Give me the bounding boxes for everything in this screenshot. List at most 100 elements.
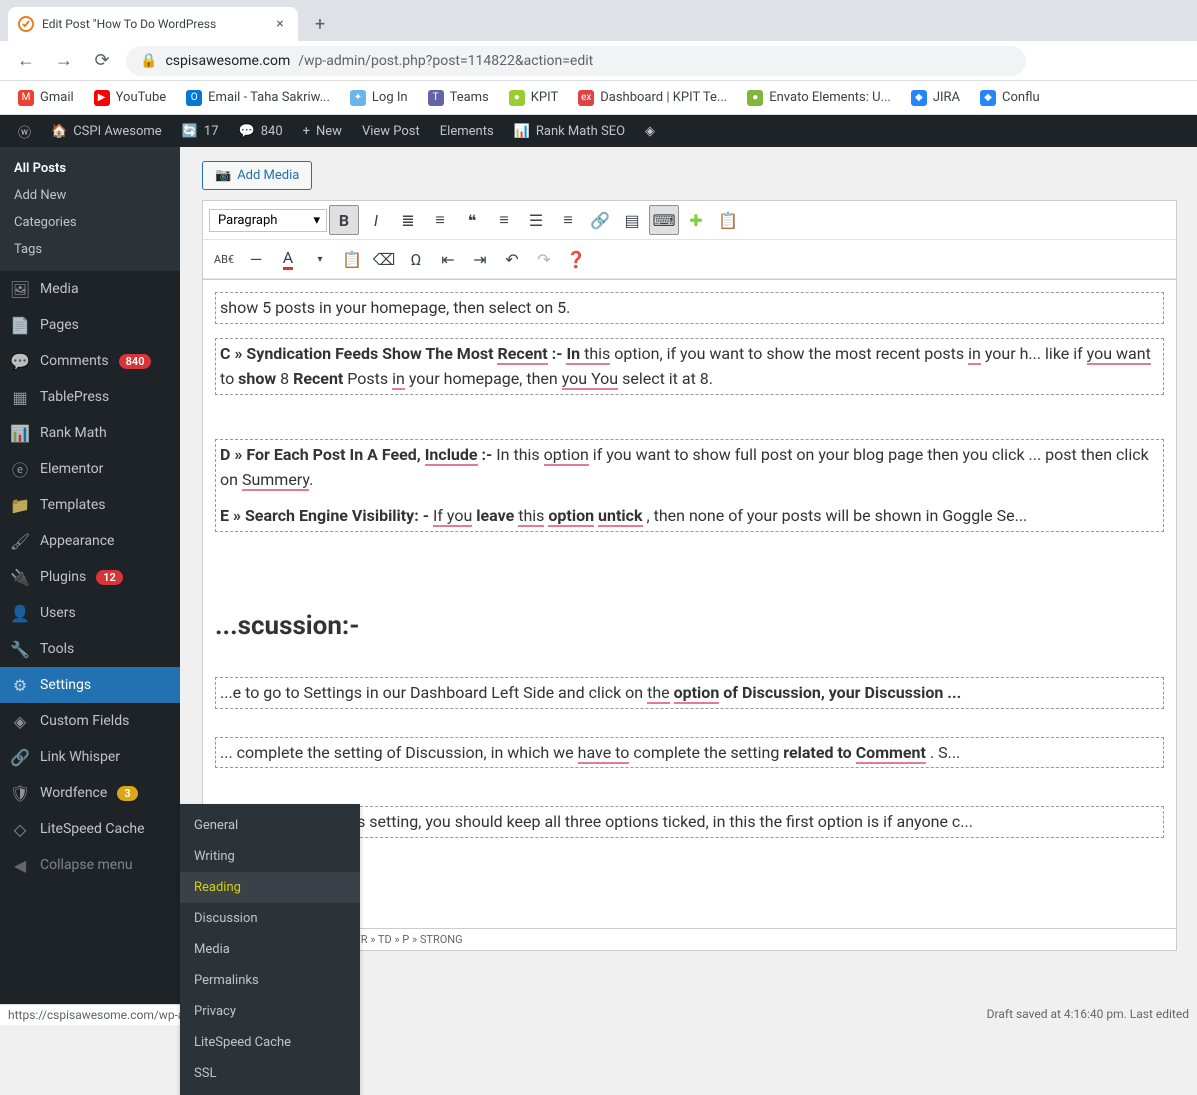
clear-format-button[interactable]: ⌫ bbox=[369, 244, 399, 274]
settings-flyout-item[interactable]: Privacy bbox=[180, 996, 360, 1027]
add-media-button[interactable]: 📷 Add Media bbox=[202, 161, 312, 190]
add-element-button[interactable]: ✚ bbox=[681, 205, 711, 235]
settings-flyout-item[interactable]: Discussion bbox=[180, 903, 360, 934]
address-bar[interactable]: 🔒 cspisawesome.com/wp-admin/post.php?pos… bbox=[126, 46, 1026, 76]
content-heading: ...scussion:- bbox=[215, 606, 1164, 648]
settings-flyout-item[interactable]: Media bbox=[180, 934, 360, 965]
undo-button[interactable]: ↶ bbox=[497, 244, 527, 274]
sidebar-item-templates[interactable]: 📁Templates bbox=[0, 487, 180, 523]
strikethrough-button[interactable]: AB€ bbox=[209, 244, 239, 274]
bookmark-item[interactable]: ◆JIRA bbox=[903, 86, 968, 110]
outdent-button[interactable]: ⇤ bbox=[433, 244, 463, 274]
quote-button[interactable]: ❝ bbox=[457, 205, 487, 235]
menu-label: Link Whisper bbox=[40, 749, 120, 765]
menu-label: Collapse menu bbox=[40, 857, 133, 873]
bookmark-label: Email - Taha Sakriw... bbox=[208, 90, 330, 105]
hr-button[interactable]: — bbox=[241, 244, 271, 274]
sidebar-item-settings[interactable]: ⚙Settings bbox=[0, 667, 180, 703]
sidebar-item-rank-math[interactable]: 📊Rank Math bbox=[0, 415, 180, 451]
menu-icon: 🔧 bbox=[10, 639, 30, 659]
rankmath-bar[interactable]: 📊Rank Math SEO bbox=[504, 115, 635, 147]
elements[interactable]: Elements bbox=[430, 115, 504, 147]
text-color-button[interactable]: A bbox=[273, 244, 303, 274]
sidebar-item-users[interactable]: 👤Users bbox=[0, 595, 180, 631]
sidebar-item-media[interactable]: 🖼Media bbox=[0, 271, 180, 307]
paste-text-button[interactable]: 📋 bbox=[337, 244, 367, 274]
settings-flyout-item[interactable]: Writing bbox=[180, 841, 360, 872]
settings-flyout-item[interactable]: General bbox=[180, 810, 360, 841]
bookmark-item[interactable]: ◆Conflu bbox=[972, 86, 1048, 110]
new-tab-button[interactable]: + bbox=[306, 10, 334, 38]
indent-button[interactable]: ⇥ bbox=[465, 244, 495, 274]
number-list-button[interactable]: ≡ bbox=[425, 205, 455, 235]
color-dropdown[interactable]: ▾ bbox=[305, 244, 335, 274]
bookmark-label: KPIT bbox=[531, 90, 558, 105]
redo-button[interactable]: ↷ bbox=[529, 244, 559, 274]
menu-label: Plugins bbox=[40, 569, 86, 585]
forward-button[interactable]: → bbox=[50, 47, 78, 75]
menu-icon: 🛡 bbox=[10, 783, 30, 803]
sidebar-item-tools[interactable]: 🔧Tools bbox=[0, 631, 180, 667]
stats-icon: 📊 bbox=[514, 124, 530, 139]
settings-flyout-item[interactable]: SSL bbox=[180, 1058, 360, 1089]
count-badge: 840 bbox=[119, 354, 152, 369]
toolbar-toggle-button[interactable]: ⌨ bbox=[649, 205, 679, 235]
bookmark-item[interactable]: TTeams bbox=[420, 86, 497, 110]
reload-button[interactable]: ⟳ bbox=[88, 47, 116, 75]
settings-flyout-item[interactable]: Reading bbox=[180, 872, 360, 903]
sidebar-item-litespeed-cache[interactable]: ◇LiteSpeed Cache bbox=[0, 811, 180, 847]
new-content[interactable]: +New bbox=[293, 115, 352, 147]
bookmark-icon: M bbox=[18, 90, 34, 106]
bookmark-item[interactable]: exDashboard | KPIT Te... bbox=[570, 86, 735, 110]
sidebar-item-custom-fields[interactable]: ◈Custom Fields bbox=[0, 703, 180, 739]
bold-button[interactable]: B bbox=[329, 205, 359, 235]
sidebar-item-elementor[interactable]: ⓔElementor bbox=[0, 451, 180, 487]
view-post[interactable]: View Post bbox=[352, 115, 430, 147]
post-submenu-item[interactable]: All Posts bbox=[0, 155, 180, 182]
comments-count[interactable]: 💬840 bbox=[229, 115, 293, 147]
settings-flyout-item[interactable]: Permalinks bbox=[180, 965, 360, 996]
tab-close-icon[interactable]: × bbox=[272, 16, 288, 32]
help-button[interactable]: ❓ bbox=[561, 244, 591, 274]
bookmark-item[interactable]: MGmail bbox=[10, 86, 82, 110]
settings-flyout-item[interactable]: LiteSpeed Cache bbox=[180, 1027, 360, 1058]
sidebar-item-wordfence[interactable]: 🛡Wordfence3 bbox=[0, 775, 180, 811]
back-button[interactable]: ← bbox=[12, 47, 40, 75]
post-submenu-item[interactable]: Tags bbox=[0, 236, 180, 263]
menu-icon: 🖌 bbox=[10, 531, 30, 551]
sidebar-item-comments[interactable]: 💬Comments840 bbox=[0, 343, 180, 379]
sidebar-item-tablepress[interactable]: ▦TablePress bbox=[0, 379, 180, 415]
editor-toolbar: Paragraph▾ B I ≣ ≡ ❝ ≡ ☰ ≡ 🔗 ▤ ⌨ ✚ 📋 AB€… bbox=[202, 200, 1177, 279]
litespeed-bar[interactable]: ◈ bbox=[635, 115, 665, 147]
sidebar-item-appearance[interactable]: 🖌Appearance bbox=[0, 523, 180, 559]
content-paragraph: E » Search Engine Visibility: - If you l… bbox=[220, 503, 1159, 529]
wp-logo[interactable]: ⓦ bbox=[8, 115, 41, 147]
bookmark-item[interactable]: ●KPIT bbox=[501, 86, 566, 110]
more-button[interactable]: ▤ bbox=[617, 205, 647, 235]
home-icon: 🏠 bbox=[51, 124, 67, 139]
align-left-button[interactable]: ≡ bbox=[489, 205, 519, 235]
special-char-button[interactable]: Ω bbox=[401, 244, 431, 274]
post-submenu-item[interactable]: Add New bbox=[0, 182, 180, 209]
bookmark-item[interactable]: ●Envato Elements: U... bbox=[739, 86, 899, 110]
align-right-button[interactable]: ≡ bbox=[553, 205, 583, 235]
post-submenu-item[interactable]: Categories bbox=[0, 209, 180, 236]
bookmark-item[interactable]: ✦Log In bbox=[342, 86, 416, 110]
sidebar-item-collapse-menu[interactable]: ◀Collapse menu bbox=[0, 847, 180, 883]
align-center-button[interactable]: ☰ bbox=[521, 205, 551, 235]
bookmark-icon: ● bbox=[747, 90, 763, 106]
updates[interactable]: 🔄17 bbox=[172, 115, 229, 147]
italic-button[interactable]: I bbox=[361, 205, 391, 235]
format-select[interactable]: Paragraph▾ bbox=[209, 209, 327, 232]
menu-icon: 🖼 bbox=[10, 279, 30, 299]
browser-tab[interactable]: Edit Post "How To Do WordPress × bbox=[8, 7, 298, 41]
bookmark-item[interactable]: OEmail - Taha Sakriw... bbox=[178, 86, 338, 110]
bullet-list-button[interactable]: ≣ bbox=[393, 205, 423, 235]
sidebar-item-plugins[interactable]: 🔌Plugins12 bbox=[0, 559, 180, 595]
sidebar-item-pages[interactable]: 📄Pages bbox=[0, 307, 180, 343]
clipboard-button[interactable]: 📋 bbox=[713, 205, 743, 235]
bookmark-item[interactable]: ▶YouTube bbox=[86, 86, 175, 110]
site-name[interactable]: 🏠CSPI Awesome bbox=[41, 115, 172, 147]
link-button[interactable]: 🔗 bbox=[585, 205, 615, 235]
sidebar-item-link-whisper[interactable]: 🔗Link Whisper bbox=[0, 739, 180, 775]
